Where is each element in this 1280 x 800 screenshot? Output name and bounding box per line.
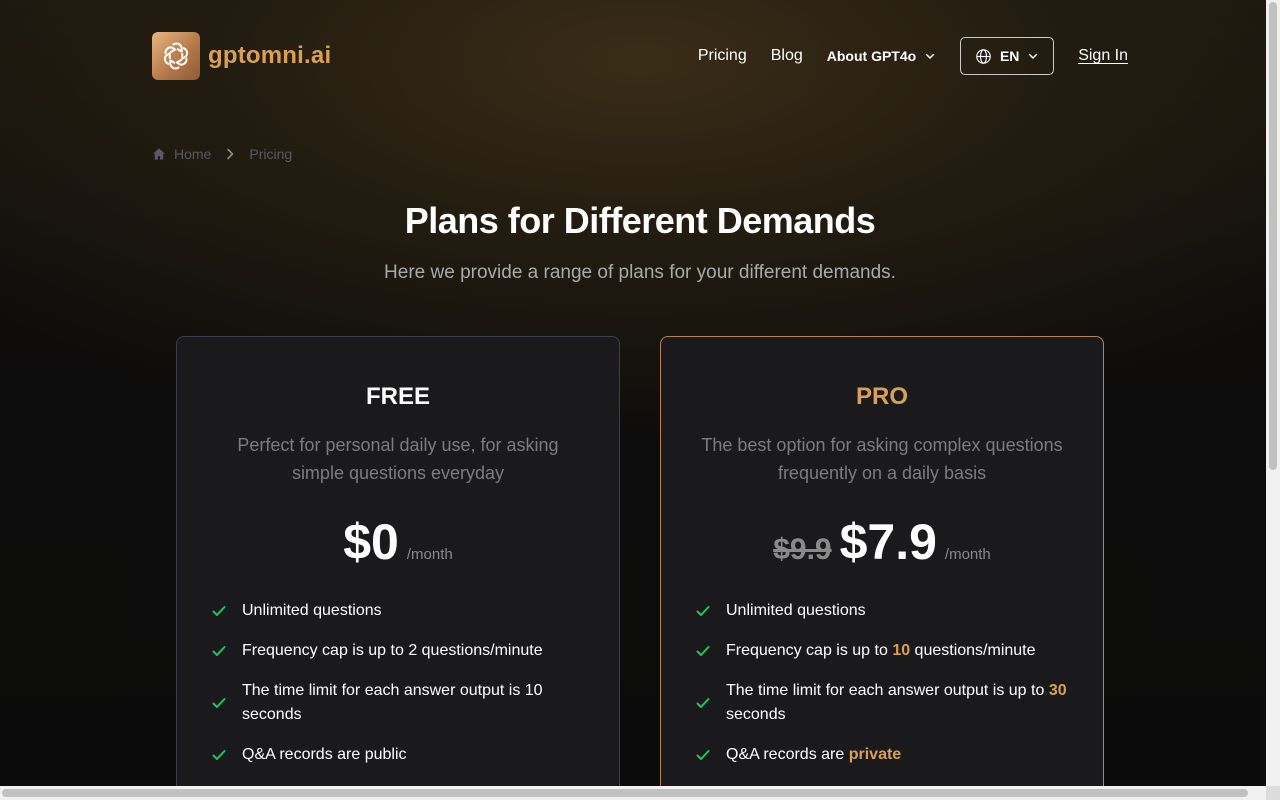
- nav-pricing-link[interactable]: Pricing: [698, 47, 747, 65]
- language-label: EN: [999, 48, 1020, 64]
- feature-text: Unlimited questions: [726, 602, 866, 619]
- feature-text-before: Frequency cap is up to: [726, 642, 893, 659]
- page-title: Plans for Different Demands: [404, 200, 876, 241]
- vertical-scrollbar-thumb[interactable]: [1269, 2, 1277, 470]
- plan-price: $0: [343, 514, 399, 570]
- check-icon: [695, 695, 713, 711]
- feature-text: Frequency cap is up to 10 questions/minu…: [726, 639, 1036, 663]
- plan-name: FREE: [365, 383, 430, 410]
- feature-text: The time limit for each answer output is…: [242, 682, 543, 723]
- chevron-down-icon: [1029, 53, 1038, 59]
- plan-price-row: $0 /month: [177, 513, 619, 571]
- plan-description: The best option for asking complex quest…: [701, 435, 1063, 483]
- feature-text: Frequency cap is up to 2 questions/minut…: [242, 642, 543, 659]
- feature-text: Q&A records are private: [726, 743, 901, 767]
- feature-item: Frequency cap is up to 2 questions/minut…: [211, 639, 591, 663]
- nav-about-label: About GPT4o: [826, 48, 917, 64]
- check-icon: [211, 747, 229, 763]
- check-icon: [695, 747, 713, 763]
- horizontal-scrollbar[interactable]: [0, 786, 1266, 800]
- feature-highlight: private: [848, 746, 902, 763]
- language-selector[interactable]: EN: [960, 37, 1055, 75]
- feature-item: Unlimited questions: [695, 599, 1075, 623]
- breadcrumb-current: Pricing: [249, 146, 293, 162]
- feature-highlight: 10: [892, 642, 911, 659]
- plan-price-row: $9.9 $7.9 /month: [661, 513, 1103, 571]
- logo[interactable]: [152, 32, 200, 80]
- plan-name: PRO: [855, 383, 908, 410]
- page-subtitle: Here we provide a range of plans for you…: [384, 262, 896, 283]
- feature-text-before: The time limit for each answer output is…: [726, 682, 1049, 699]
- globe-icon: [976, 48, 991, 64]
- breadcrumb-home[interactable]: Home: [152, 146, 211, 162]
- plan-card-pro: PRO The best option for asking complex q…: [660, 336, 1104, 786]
- check-icon: [211, 643, 229, 659]
- plan-card-free: FREE Perfect for personal daily use, for…: [176, 336, 620, 786]
- feature-text-after: questions/minute: [910, 642, 1036, 659]
- feature-text-before: Q&A records are: [726, 746, 849, 763]
- feature-item: Unlimited questions: [211, 599, 591, 623]
- feature-item: The time limit for each answer output is…: [695, 679, 1075, 727]
- feature-text: The time limit for each answer output is…: [726, 679, 1075, 727]
- sign-in-link[interactable]: Sign In: [1078, 47, 1128, 65]
- plan-period: /month: [944, 546, 991, 563]
- horizontal-scrollbar-thumb[interactable]: [2, 789, 1248, 797]
- plan-price: $7.9: [839, 514, 937, 570]
- feature-text: Unlimited questions: [242, 602, 382, 619]
- feature-item: Frequency cap is up to 10 questions/minu…: [695, 639, 1075, 663]
- check-icon: [211, 603, 229, 619]
- main-nav: Pricing Blog About GPT4o EN Sign In: [698, 32, 1128, 80]
- feature-text-after: seconds: [726, 706, 786, 723]
- vertical-scrollbar[interactable]: [1266, 0, 1280, 786]
- feature-item: The time limit for each answer output is…: [211, 679, 591, 727]
- page-viewport: gptomni.ai Pricing Blog About GPT4o EN S…: [0, 0, 1266, 786]
- plan-features: Unlimited questions Frequency cap is up …: [695, 599, 1075, 783]
- check-icon: [695, 603, 713, 619]
- breadcrumb-home-label: Home: [174, 146, 212, 162]
- chevron-right-icon: [223, 147, 237, 161]
- feature-item: Q&A records are private: [695, 743, 1075, 767]
- logo-text[interactable]: gptomni.ai: [208, 42, 331, 70]
- feature-text: Q&A records are public: [242, 746, 407, 763]
- chevron-down-icon: [925, 53, 935, 59]
- plan-period: /month: [406, 546, 453, 563]
- check-icon: [211, 695, 229, 711]
- home-icon: [153, 148, 165, 160]
- plan-old-price: $9.9: [773, 533, 832, 566]
- plan-description: Perfect for personal daily use, for aski…: [237, 435, 559, 483]
- plan-features: Unlimited questions Frequency cap is up …: [211, 599, 591, 783]
- scrollbar-corner: [1266, 786, 1280, 800]
- feature-highlight: 30: [1048, 682, 1067, 699]
- openai-logo-icon: [163, 42, 189, 70]
- breadcrumb: Home Pricing: [152, 146, 292, 162]
- site-header: gptomni.ai Pricing Blog About GPT4o EN S…: [152, 32, 1128, 80]
- nav-blog-link[interactable]: Blog: [771, 47, 803, 65]
- feature-item: Q&A records are public: [211, 743, 591, 767]
- check-icon: [695, 643, 713, 659]
- nav-about-dropdown[interactable]: About GPT4o: [827, 48, 936, 64]
